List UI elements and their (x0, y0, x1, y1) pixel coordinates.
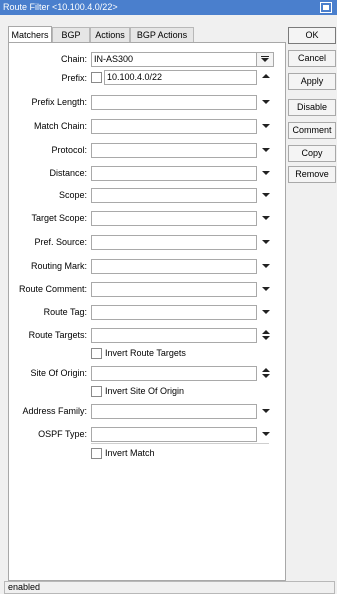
route-comment-label: Route Comment: (18, 284, 87, 294)
copy-button[interactable]: Copy (288, 145, 336, 162)
distance-label: Distance: (49, 168, 87, 178)
address-family-field[interactable] (91, 404, 257, 419)
address-family-dropdown-icon[interactable] (260, 404, 272, 417)
route-comment-dropdown-icon[interactable] (260, 282, 272, 295)
prefix-length-field[interactable] (91, 95, 257, 110)
tab-bgp[interactable]: BGP (52, 27, 90, 42)
invert-site-of-origin-checkbox[interactable] (91, 386, 102, 397)
routing-mark-label: Routing Mark: (30, 261, 87, 271)
scope-field[interactable] (91, 188, 257, 203)
invert-site-of-origin-label: Invert Site Of Origin (105, 386, 185, 396)
ospf-type-field[interactable] (91, 427, 257, 442)
scope-dropdown-icon[interactable] (260, 188, 272, 201)
site-of-origin-updown-icon[interactable] (260, 366, 272, 379)
invert-match-checkbox[interactable] (91, 448, 102, 459)
route-targets-updown-icon[interactable] (260, 328, 272, 341)
title-bar: Route Filter <10.100.4.0/22> (0, 0, 337, 15)
route-tag-dropdown-icon[interactable] (260, 305, 272, 318)
pref-source-dropdown-icon[interactable] (260, 235, 272, 248)
routing-mark-dropdown-icon[interactable] (260, 259, 272, 272)
target-scope-label: Target Scope: (31, 213, 87, 223)
chain-label: Chain: (60, 54, 87, 64)
route-tag-field[interactable] (91, 305, 257, 320)
target-scope-field[interactable] (91, 211, 257, 226)
maximize-icon[interactable] (320, 2, 332, 13)
chain-value: IN-AS300 (94, 54, 134, 64)
chain-dropdown-icon[interactable] (256, 52, 274, 67)
target-scope-dropdown-icon[interactable] (260, 211, 272, 224)
address-family-label: Address Family: (22, 406, 87, 416)
window-title: Route Filter <10.100.4.0/22> (3, 2, 118, 12)
prefix-label: Prefix: (61, 73, 87, 83)
comment-button[interactable]: Comment (288, 122, 336, 139)
pref-source-label: Pref. Source: (34, 237, 87, 247)
site-of-origin-label: Site Of Origin: (30, 368, 87, 378)
prefix-length-dropdown-icon[interactable] (260, 95, 272, 108)
route-tag-label: Route Tag: (43, 307, 87, 317)
ok-button[interactable]: OK (288, 27, 336, 44)
disable-button[interactable]: Disable (288, 99, 336, 116)
separator (91, 443, 269, 444)
routing-mark-field[interactable] (91, 259, 257, 274)
match-chain-field[interactable] (91, 119, 257, 134)
tab-actions[interactable]: Actions (90, 27, 130, 42)
prefix-not-checkbox[interactable] (91, 72, 102, 83)
cancel-button[interactable]: Cancel (288, 50, 336, 67)
ospf-type-dropdown-icon[interactable] (260, 427, 272, 440)
apply-button[interactable]: Apply (288, 73, 336, 90)
distance-dropdown-icon[interactable] (260, 166, 272, 179)
tab-matchers[interactable]: Matchers (8, 26, 52, 42)
protocol-field[interactable] (91, 143, 257, 158)
route-targets-field[interactable] (91, 328, 257, 343)
match-chain-dropdown-icon[interactable] (260, 119, 272, 132)
protocol-dropdown-icon[interactable] (260, 143, 272, 156)
tab-bgp-actions[interactable]: BGP Actions (130, 27, 194, 42)
protocol-label: Protocol: (51, 145, 87, 155)
prefix-collapse-icon[interactable] (260, 70, 272, 83)
invert-route-targets-checkbox[interactable] (91, 348, 102, 359)
prefix-length-label: Prefix Length: (31, 97, 87, 107)
distance-field[interactable] (91, 166, 257, 181)
route-comment-field[interactable] (91, 282, 257, 297)
scope-label: Scope: (58, 190, 87, 200)
pref-source-field[interactable] (91, 235, 257, 250)
prefix-field[interactable]: 10.100.4.0/22 (104, 70, 257, 85)
status-text: enabled (8, 582, 41, 592)
remove-button[interactable]: Remove (288, 166, 336, 183)
match-chain-label: Match Chain: (33, 121, 87, 131)
invert-match-label: Invert Match (105, 448, 155, 458)
status-bar: enabled (4, 581, 335, 594)
site-of-origin-field[interactable] (91, 366, 257, 381)
route-targets-label: Route Targets: (28, 330, 87, 340)
prefix-value: 10.100.4.0/22 (107, 72, 163, 82)
ospf-type-label: OSPF Type: (38, 429, 87, 439)
chain-field[interactable]: IN-AS300 (91, 52, 257, 67)
invert-route-targets-label: Invert Route Targets (105, 348, 186, 358)
